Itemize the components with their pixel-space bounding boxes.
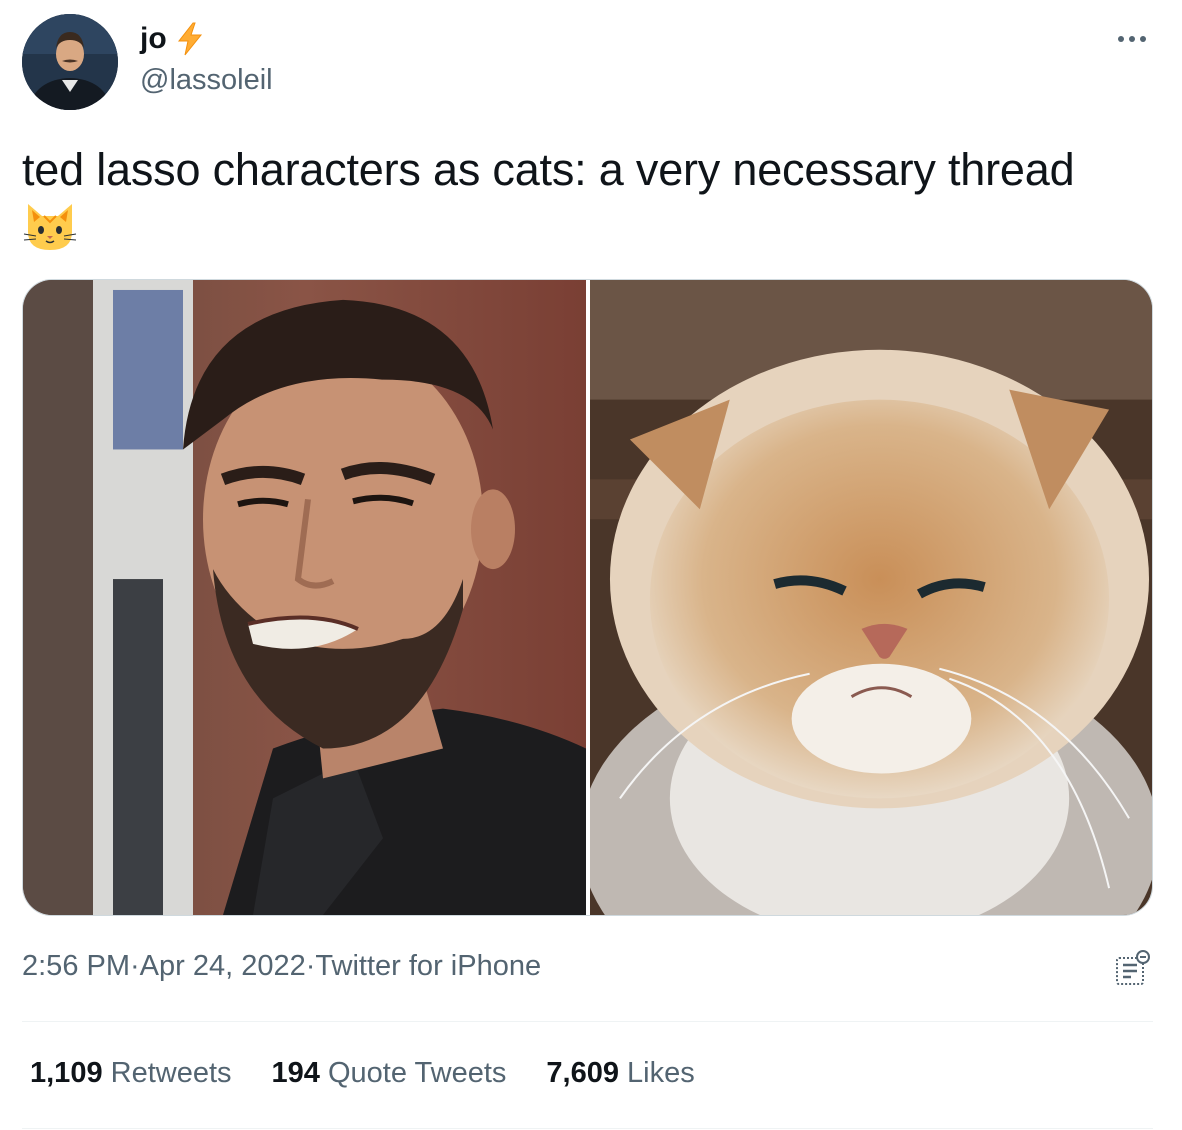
tweet-date[interactable]: Apr 24, 2022 xyxy=(140,950,306,983)
avatar[interactable] xyxy=(22,14,118,110)
user-name-row: jo xyxy=(140,22,205,56)
retweets-stat[interactable]: 1,109 Retweets xyxy=(30,1057,232,1090)
tweet-text: ted lasso characters as cats: a very nec… xyxy=(22,144,1075,195)
tweet-time[interactable]: 2:56 PM xyxy=(22,950,130,983)
media-photo-man[interactable] xyxy=(23,280,586,915)
tweet-source[interactable]: Twitter for iPhone xyxy=(315,950,541,983)
divider xyxy=(22,1021,1153,1022)
tweet-stats: 1,109 Retweets 194 Quote Tweets 7,609 Li… xyxy=(30,1057,695,1090)
media-photo-cat[interactable] xyxy=(590,280,1152,915)
media-grid xyxy=(22,279,1153,916)
retweets-count: 1,109 xyxy=(30,1057,103,1089)
display-name[interactable]: jo xyxy=(140,22,167,56)
likes-stat[interactable]: 7,609 Likes xyxy=(546,1057,694,1090)
likes-count: 7,609 xyxy=(546,1057,619,1089)
more-options-icon[interactable] xyxy=(1118,30,1152,48)
likes-label: Likes xyxy=(627,1057,695,1089)
divider xyxy=(22,1128,1153,1129)
quote-tweets-label: Quote Tweets xyxy=(327,1057,507,1089)
retweets-label: Retweets xyxy=(110,1057,232,1089)
lightning-bolt-icon xyxy=(175,22,205,56)
quote-tweets-stat[interactable]: 194 Quote Tweets xyxy=(272,1057,507,1090)
meta-separator: · xyxy=(305,950,316,982)
quote-tweets-count: 194 xyxy=(271,1057,320,1089)
user-handle[interactable]: @lassoleil xyxy=(140,64,273,97)
tweet-meta: 2:56 PM · Apr 24, 2022 · Twitter for iPh… xyxy=(22,950,541,983)
tweet-analytics-icon[interactable] xyxy=(1114,950,1152,988)
cat-face-emoji-icon xyxy=(22,198,78,254)
meta-separator: · xyxy=(130,950,140,982)
avatar-image xyxy=(22,14,118,110)
